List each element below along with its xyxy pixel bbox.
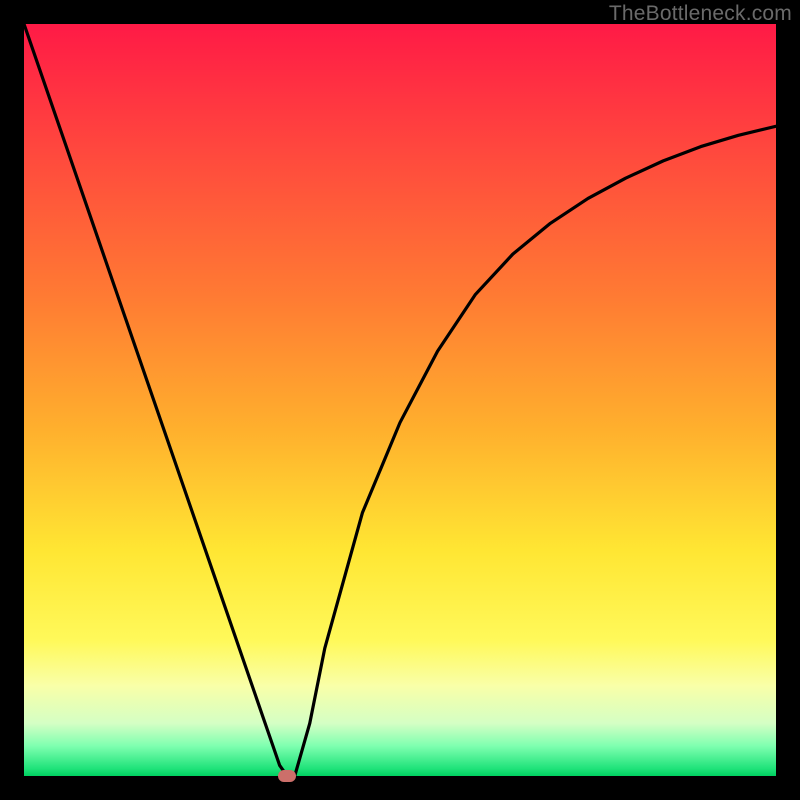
watermark-text: TheBottleneck.com [609, 2, 792, 26]
chart-frame: { "watermark": "TheBottleneck.com", "cha… [0, 0, 800, 800]
bottleneck-curve [24, 24, 776, 776]
optimum-marker [278, 770, 296, 782]
plot-area [24, 24, 776, 776]
